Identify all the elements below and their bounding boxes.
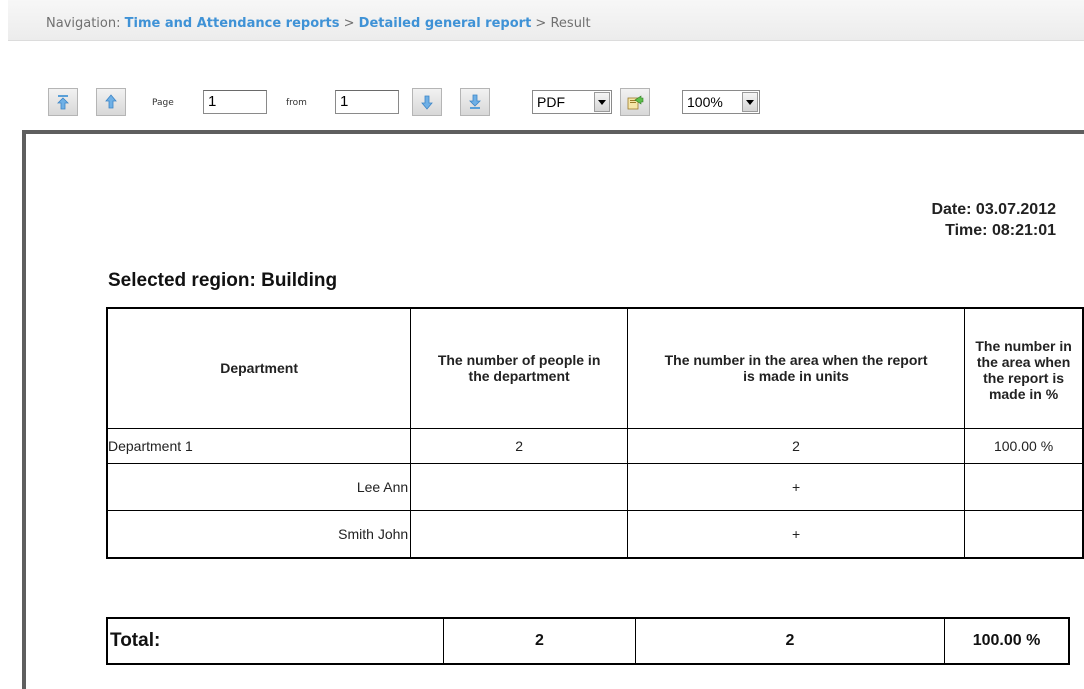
- department-name: Department 1: [106, 427, 412, 464]
- total-table: Total: 2 2 100.00 %: [106, 617, 1070, 665]
- selected-region-title: Selected region: Building: [108, 270, 338, 291]
- page-label: Page: [152, 98, 174, 108]
- last-page-icon: [469, 94, 481, 109]
- previous-page-icon: [105, 94, 117, 109]
- report-timestamp: Date: 03.07.2012 Time: 08:21:01: [931, 199, 1056, 241]
- export-format-select[interactable]: PDF: [532, 90, 612, 114]
- total-row: Total: 2 2 100.00 %: [106, 617, 1070, 665]
- last-page-button[interactable]: [460, 88, 490, 116]
- column-header-department: Department: [106, 307, 412, 429]
- next-page-button[interactable]: [412, 88, 442, 116]
- total-percent: 100.00 %: [944, 617, 1070, 665]
- breadcrumb-separator: >: [343, 16, 355, 31]
- table-row: Department 1 2 2 100.00 %: [106, 427, 1084, 464]
- employee-name: Smith John: [106, 509, 412, 558]
- department-units: 2: [626, 427, 966, 464]
- total-people: 2: [443, 617, 636, 665]
- total-pages-field: 1: [335, 90, 399, 114]
- column-header-people: The number of people in the department: [410, 307, 628, 429]
- total-label: Total:: [106, 617, 444, 665]
- report-time: Time: 08:21:01: [945, 222, 1056, 239]
- zoom-value: 100%: [687, 94, 723, 110]
- employee-present: +: [626, 462, 966, 511]
- department-people: 2: [410, 427, 628, 464]
- department-percent: 100.00 %: [964, 427, 1084, 464]
- report-date: Date: 03.07.2012: [931, 201, 1056, 218]
- table-row: Lee Ann +: [106, 462, 1084, 511]
- report-frame-top: [22, 130, 1084, 134]
- column-header-units: The number in the area when the report i…: [626, 307, 966, 429]
- from-label: from: [286, 98, 307, 108]
- next-page-icon: [421, 95, 433, 110]
- page-number-input[interactable]: 1: [203, 90, 267, 114]
- employee-percent-cell: [964, 509, 1084, 558]
- total-units: 2: [635, 617, 945, 665]
- chevron-down-icon: [742, 92, 758, 112]
- column-header-percent: The number in the area when the report i…: [964, 307, 1084, 429]
- navigation-bar: Navigation: Time and Attendance reports …: [8, 0, 1084, 41]
- export-icon: [627, 95, 644, 110]
- table-row: Smith John +: [106, 509, 1084, 558]
- employee-name: Lee Ann: [106, 462, 412, 511]
- export-button[interactable]: [620, 88, 650, 116]
- breadcrumb: Navigation: Time and Attendance reports …: [46, 16, 591, 31]
- breadcrumb-separator: >: [535, 16, 547, 31]
- breadcrumb-link-detailed-report[interactable]: Detailed general report: [359, 16, 532, 31]
- employee-percent-cell: [964, 462, 1084, 511]
- chevron-down-icon: [594, 92, 610, 112]
- breadcrumb-current: Result: [550, 16, 591, 31]
- export-format-value: PDF: [537, 94, 565, 110]
- zoom-select[interactable]: 100%: [682, 90, 760, 114]
- first-page-icon: [57, 95, 69, 110]
- breadcrumb-prefix: Navigation:: [46, 16, 121, 31]
- table-header-row: Department The number of people in the d…: [106, 307, 1084, 429]
- breadcrumb-link-time-attendance[interactable]: Time and Attendance reports: [125, 16, 340, 31]
- report-frame-left: [22, 130, 26, 689]
- employee-people-cell: [410, 462, 628, 511]
- report-table: Department The number of people in the d…: [106, 307, 1084, 559]
- first-page-button[interactable]: [48, 88, 78, 116]
- previous-page-button[interactable]: [96, 88, 126, 116]
- employee-people-cell: [410, 509, 628, 558]
- employee-present: +: [626, 509, 966, 558]
